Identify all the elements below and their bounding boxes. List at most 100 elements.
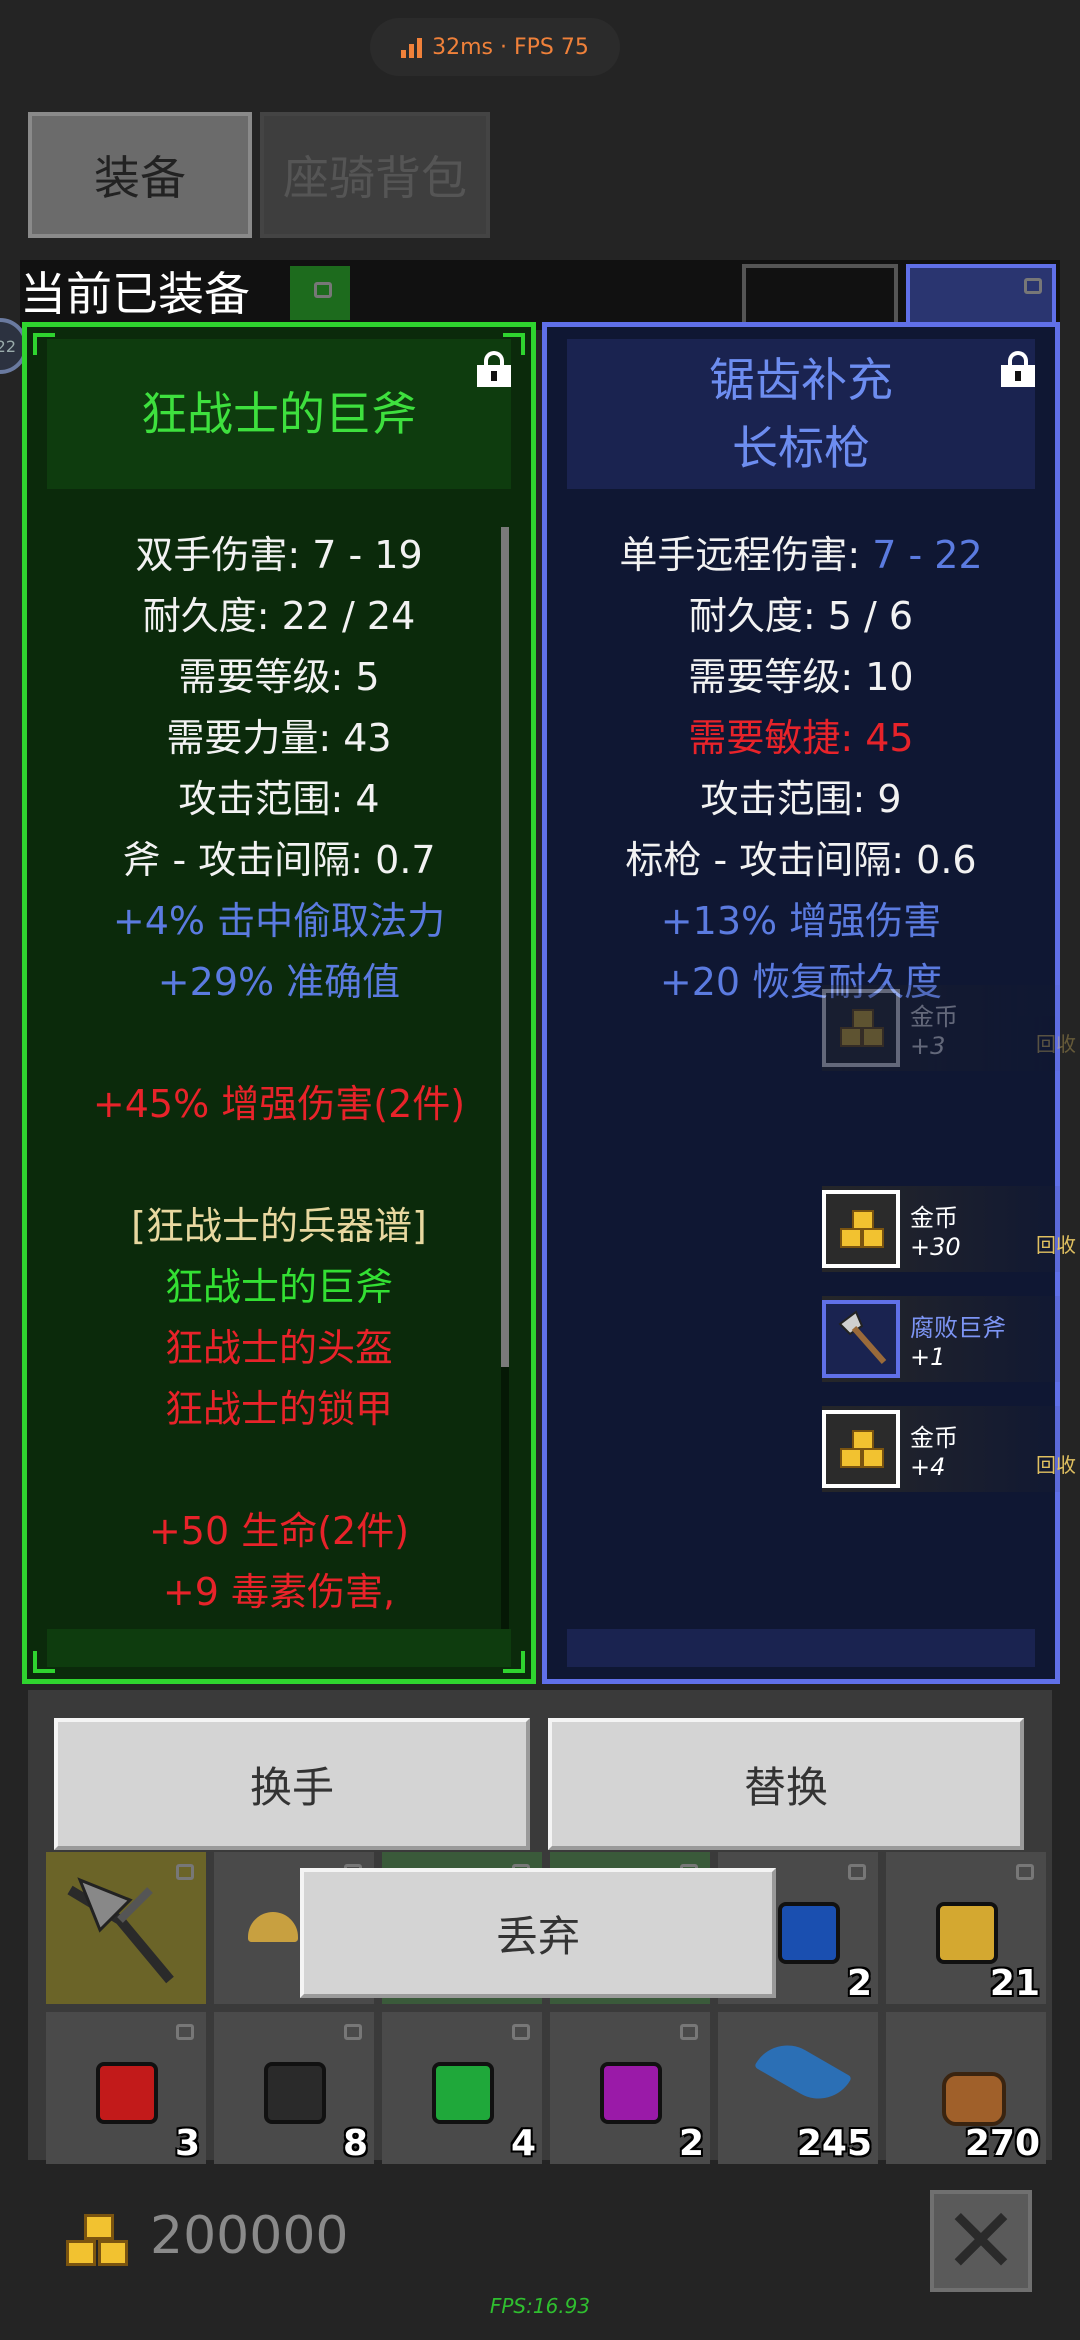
item-count: 3 bbox=[174, 2123, 200, 2164]
performance-indicator: 32ms · FPS 75 bbox=[370, 18, 620, 76]
purple-gem-icon bbox=[600, 2062, 662, 2124]
item-stats-list: 单手远程伤害: 7 - 22 耐久度: 5 / 6 需要等级: 10 需要敏捷: 4… bbox=[547, 525, 1055, 1013]
stat-line: +13% 增强伤害 bbox=[660, 899, 942, 943]
equipped-slot-weapon[interactable] bbox=[290, 266, 350, 320]
stat-line: [狂战士的兵器谱] bbox=[131, 1204, 427, 1248]
lock-icon bbox=[176, 2024, 194, 2040]
stat-line: 攻击范围: 9 bbox=[700, 777, 902, 821]
feather-icon bbox=[754, 2032, 852, 2112]
equipped-title: 当前已装备 bbox=[20, 267, 250, 321]
stat-line: 需要力量: 43 bbox=[166, 716, 392, 760]
stat-line: 需要敏捷: 45 bbox=[688, 716, 914, 760]
stat-line: 标枪 - 攻击间隔: 0.6 bbox=[625, 838, 977, 882]
tab-equipment[interactable]: 装备 bbox=[28, 112, 252, 238]
lock-icon bbox=[680, 2024, 698, 2040]
inventory-slot[interactable]: 8 bbox=[214, 2012, 374, 2164]
gold-coin-icon bbox=[822, 1190, 900, 1268]
pickup-entry: 腐败巨斧 +1 bbox=[822, 1296, 1080, 1382]
stat-line: 单手远程伤害: 7 - 22 bbox=[619, 533, 983, 577]
gold-coin-icon bbox=[822, 1410, 900, 1488]
gold-coin-icon bbox=[66, 2214, 130, 2270]
inventory-slot[interactable]: 245 bbox=[718, 2012, 878, 2164]
stat-line: 双手伤害: 7 - 19 bbox=[135, 533, 423, 577]
discard-button[interactable]: 丢弃 bbox=[300, 1868, 776, 1998]
pickup-count: +4 bbox=[910, 1452, 946, 1481]
pickup-name: 金币 bbox=[910, 1203, 958, 1232]
lock-icon bbox=[1024, 278, 1042, 294]
stat-line: 耐久度: 5 / 6 bbox=[688, 594, 914, 638]
inventory-slot[interactable]: 2 bbox=[550, 2012, 710, 2164]
item-count: 2 bbox=[678, 2123, 704, 2164]
pickup-name: 金币 bbox=[910, 1002, 958, 1031]
inventory-slot[interactable]: 270 bbox=[886, 2012, 1046, 2164]
gold-coin-icon bbox=[822, 989, 900, 1067]
card-footer bbox=[47, 1629, 511, 1667]
crossbow-icon bbox=[67, 1877, 174, 1984]
inventory-slot[interactable]: 21 bbox=[886, 1852, 1046, 2004]
pickup-entry: 金币 +30 回收 bbox=[822, 1186, 1080, 1272]
item-name: 锯齿补充 长标枪 bbox=[709, 353, 893, 475]
item-name-header: 狂战士的巨斧 bbox=[47, 339, 511, 489]
pickup-count: +1 bbox=[910, 1342, 946, 1371]
stat-line: 需要等级: 5 bbox=[178, 655, 380, 699]
stat-line: 狂战士的锁甲 bbox=[164, 1387, 393, 1431]
stat-line: 攻击范围: 4 bbox=[178, 777, 380, 821]
item-name: 狂战士的巨斧 bbox=[141, 387, 417, 441]
swap-hand-button[interactable]: 换手 bbox=[54, 1718, 530, 1850]
stat-line: 狂战士的巨斧 bbox=[164, 1265, 393, 1309]
stat-line: +45% 增强伤害(2件) bbox=[92, 1082, 466, 1126]
item-count: 8 bbox=[342, 2123, 368, 2164]
close-icon: ✕ bbox=[943, 2188, 1019, 2294]
lock-icon[interactable] bbox=[1001, 351, 1035, 387]
inventory-slot[interactable]: 3 bbox=[46, 2012, 206, 2164]
fps-footer: FPS:16.93 bbox=[489, 2294, 591, 2318]
item-count: 21 bbox=[989, 1963, 1040, 2004]
inventory-slot[interactable]: 4 bbox=[382, 2012, 542, 2164]
item-stats-list: 双手伤害: 7 - 19 耐久度: 22 / 24 需要等级: 5 需要力量: 43 攻… bbox=[27, 525, 531, 1623]
card-footer bbox=[567, 1629, 1035, 1667]
gold-gem-icon bbox=[936, 1902, 998, 1964]
stat-line: 斧 - 攻击间隔: 0.7 bbox=[122, 838, 436, 882]
recycle-link[interactable]: 回收 bbox=[1036, 1028, 1076, 1057]
latency-fps-text: 32ms · FPS 75 bbox=[432, 34, 589, 60]
lock-icon bbox=[176, 1864, 194, 1880]
stat-line: 耐久度: 22 / 24 bbox=[142, 594, 416, 638]
pickup-name: 腐败巨斧 bbox=[910, 1313, 1006, 1342]
item-card-left: 狂战士的巨斧 双手伤害: 7 - 19 耐久度: 22 / 24 需要等级: 5 需要… bbox=[22, 322, 536, 1684]
green-gem-icon bbox=[432, 2062, 494, 2124]
recycle-link[interactable]: 回收 bbox=[1036, 1229, 1076, 1258]
stat-line bbox=[27, 1440, 531, 1501]
stats-scrollbar[interactable] bbox=[501, 527, 509, 1637]
lock-icon bbox=[314, 282, 332, 298]
lock-icon bbox=[1016, 1864, 1034, 1880]
stat-line: 需要等级: 10 bbox=[688, 655, 914, 699]
pickup-entry: 金币 +4 回收 bbox=[822, 1406, 1080, 1492]
inventory-slot[interactable] bbox=[46, 1852, 206, 2004]
item-name-header: 锯齿补充 长标枪 bbox=[567, 339, 1035, 489]
pickup-count: +30 bbox=[910, 1232, 961, 1261]
red-gem-icon bbox=[96, 2062, 158, 2124]
stat-line bbox=[27, 1135, 531, 1196]
gold-amount: 200000 bbox=[150, 2206, 349, 2266]
lock-icon[interactable] bbox=[477, 351, 511, 387]
pickup-name: 金币 bbox=[910, 1423, 958, 1452]
equipped-slot-ranged[interactable] bbox=[906, 264, 1056, 326]
item-count: 245 bbox=[796, 2123, 872, 2164]
stat-line: +29% 准确值 bbox=[157, 960, 401, 1004]
close-button[interactable]: ✕ bbox=[930, 2188, 1032, 2294]
black-gem-icon bbox=[264, 2062, 326, 2124]
replace-button[interactable]: 替换 bbox=[548, 1718, 1024, 1850]
stat-line: +4% 击中偷取法力 bbox=[112, 899, 446, 943]
recycle-link[interactable]: 回收 bbox=[1036, 1449, 1076, 1478]
item-count: 4 bbox=[510, 2123, 536, 2164]
stat-line: +50 生命(2件) bbox=[148, 1509, 410, 1553]
ore-icon bbox=[942, 2072, 1006, 2126]
pickup-count: +3 bbox=[910, 1031, 946, 1060]
signal-icon bbox=[401, 36, 423, 58]
tab-mount-bag[interactable]: 座骑背包 bbox=[260, 112, 490, 238]
item-count: 2 bbox=[846, 1963, 872, 2004]
equipped-slot-empty[interactable] bbox=[742, 264, 898, 326]
mushroom-icon bbox=[248, 1912, 298, 1942]
blue-gem-icon bbox=[778, 1902, 840, 1964]
lock-icon bbox=[848, 1864, 866, 1880]
